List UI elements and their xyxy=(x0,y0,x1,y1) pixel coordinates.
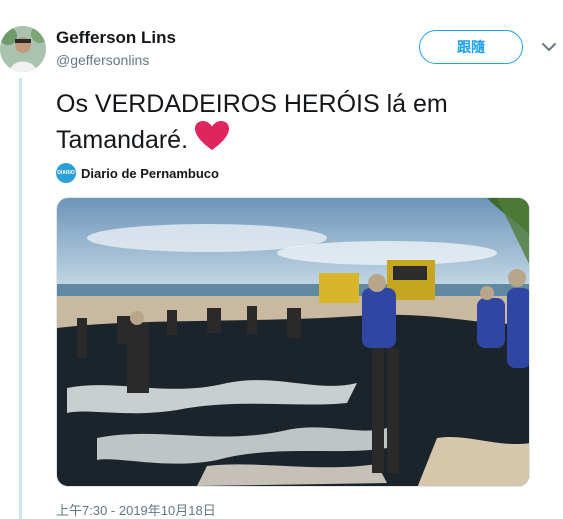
avatar[interactable] xyxy=(0,26,46,72)
media-image[interactable] xyxy=(56,197,530,487)
tweet-timestamp[interactable]: 上午7:30 - 2019年10月18日 xyxy=(56,500,216,519)
follow-button[interactable]: 跟隨 xyxy=(419,30,523,64)
tweet-body: Os VERDADEIROS HERÓIS lá em Tamandaré. xyxy=(56,90,448,154)
thread-connector-line xyxy=(19,78,22,519)
beach-cleanup-photo xyxy=(57,198,529,486)
heart-icon xyxy=(194,120,230,160)
source-logo: DIARIO xyxy=(56,163,76,183)
source-name[interactable]: Diario de Pernambuco xyxy=(81,166,219,181)
author-handle[interactable]: @geffersonlins xyxy=(56,52,149,68)
tweet-text: Os VERDADEIROS HERÓIS lá em Tamandaré. xyxy=(56,88,516,160)
chevron-down-icon[interactable] xyxy=(540,40,558,54)
media-source[interactable]: DIARIO Diario de Pernambuco xyxy=(56,163,219,183)
author-name[interactable]: Gefferson Lins xyxy=(56,28,176,48)
avatar-photo-icon xyxy=(0,26,46,72)
